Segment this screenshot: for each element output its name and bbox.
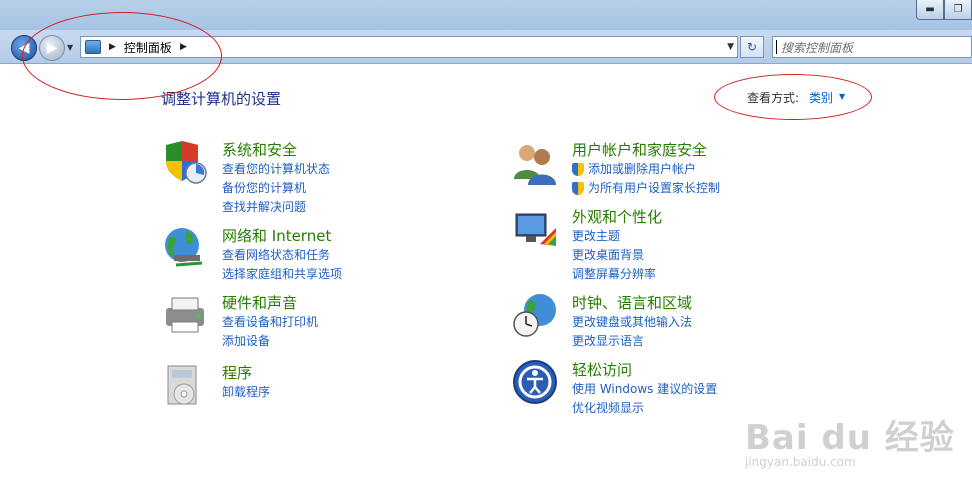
refresh-icon: ↻ — [746, 40, 758, 54]
category-title[interactable]: 系统和安全 — [222, 139, 297, 160]
recent-pages-button[interactable]: ▼ — [67, 43, 73, 52]
category-title[interactable]: 轻松访问 — [572, 359, 632, 380]
category-title[interactable]: 网络和 Internet — [222, 225, 331, 246]
link-homegroup-sharing[interactable]: 选择家庭组和共享选项 — [222, 265, 342, 284]
watermark: Bai du 经验 jingyan.baidu.com — [745, 410, 955, 469]
user-accounts-icon[interactable] — [512, 139, 558, 185]
link-add-device[interactable]: 添加设备 — [222, 332, 318, 351]
view-by-label: 查看方式: — [747, 91, 800, 105]
link-devices-printers[interactable]: 查看设备和打印机 — [222, 313, 318, 332]
back-arrow-icon: ◀ — [18, 40, 30, 56]
maximize-button[interactable]: ❐ — [944, 0, 972, 20]
link-backup-computer[interactable]: 备份您的计算机 — [222, 179, 330, 198]
category-title[interactable]: 硬件和声音 — [222, 292, 297, 313]
link-label: 添加或删除用户帐户 — [588, 162, 697, 176]
breadcrumb-separator-icon[interactable]: ▶ — [109, 42, 116, 52]
system-security-icon[interactable] — [162, 139, 208, 185]
link-change-desktop-background[interactable]: 更改桌面背景 — [572, 246, 656, 265]
category-title[interactable]: 用户帐户和家庭安全 — [572, 139, 707, 160]
link-change-theme[interactable]: 更改主题 — [572, 227, 656, 246]
link-adjust-resolution[interactable]: 调整屏幕分辨率 — [572, 265, 656, 284]
ease-of-access-icon[interactable] — [512, 359, 558, 405]
hardware-sound-icon[interactable] — [162, 292, 208, 338]
link-label: 为所有用户设置家长控制 — [588, 181, 721, 195]
category-title[interactable]: 时钟、语言和区域 — [572, 292, 692, 313]
network-icon[interactable] — [162, 225, 208, 271]
refresh-button[interactable]: ↻ — [740, 36, 764, 58]
link-troubleshoot[interactable]: 查找并解决问题 — [222, 198, 330, 217]
minimize-button[interactable]: ▬ — [916, 0, 944, 20]
view-by-dropdown[interactable]: 类别 — [809, 89, 833, 106]
breadcrumb-control-panel[interactable]: 控制面板 — [124, 39, 172, 56]
maximize-icon: ❐ — [953, 4, 963, 15]
control-panel-icon — [85, 40, 101, 54]
link-recommended-settings[interactable]: 使用 Windows 建议的设置 — [572, 380, 717, 399]
link-uninstall-program[interactable]: 卸载程序 — [222, 383, 270, 402]
forward-button[interactable]: ▶ — [39, 35, 65, 61]
link-add-remove-accounts[interactable]: 添加或删除用户帐户 — [572, 160, 720, 179]
minimize-icon: ▬ — [925, 4, 935, 15]
chevron-down-icon[interactable]: ▼ — [839, 92, 845, 101]
link-view-computer-status[interactable]: 查看您的计算机状态 — [222, 160, 330, 179]
watermark-logo: Bai du 经验 — [745, 418, 955, 458]
appearance-icon[interactable] — [512, 206, 558, 252]
page-title: 调整计算机的设置 — [161, 90, 282, 108]
programs-icon[interactable] — [162, 362, 208, 408]
link-optimize-video-display[interactable]: 优化视频显示 — [572, 399, 717, 418]
uac-shield-icon — [572, 163, 584, 176]
link-change-display-language[interactable]: 更改显示语言 — [572, 332, 692, 351]
link-parental-controls[interactable]: 为所有用户设置家长控制 — [572, 179, 720, 198]
window-controls: ▬ ❐ — [916, 0, 972, 22]
link-change-keyboard[interactable]: 更改键盘或其他输入法 — [572, 313, 692, 332]
navigation-bar: ◀ ▶ ▼ ▶ 控制面板 ▶ ▼ ↻ 搜索控制面板 — [0, 30, 972, 64]
uac-shield-icon — [572, 182, 584, 195]
category-title[interactable]: 外观和个性化 — [572, 206, 662, 227]
title-bar: ▬ ❐ — [0, 0, 972, 30]
watermark-url: jingyan.baidu.com — [745, 455, 856, 469]
address-dropdown-icon[interactable]: ▼ — [727, 42, 734, 52]
search-input[interactable]: 搜索控制面板 — [772, 36, 972, 58]
category-title[interactable]: 程序 — [222, 362, 252, 383]
link-network-status[interactable]: 查看网络状态和任务 — [222, 246, 342, 265]
forward-arrow-icon: ▶ — [46, 40, 58, 56]
address-bar[interactable]: ▶ 控制面板 ▶ ▼ — [80, 36, 738, 58]
clock-language-icon[interactable] — [512, 292, 558, 338]
back-button[interactable]: ◀ — [11, 35, 37, 61]
breadcrumb-separator-icon[interactable]: ▶ — [180, 42, 187, 52]
chevron-down-icon: ▼ — [67, 43, 74, 52]
